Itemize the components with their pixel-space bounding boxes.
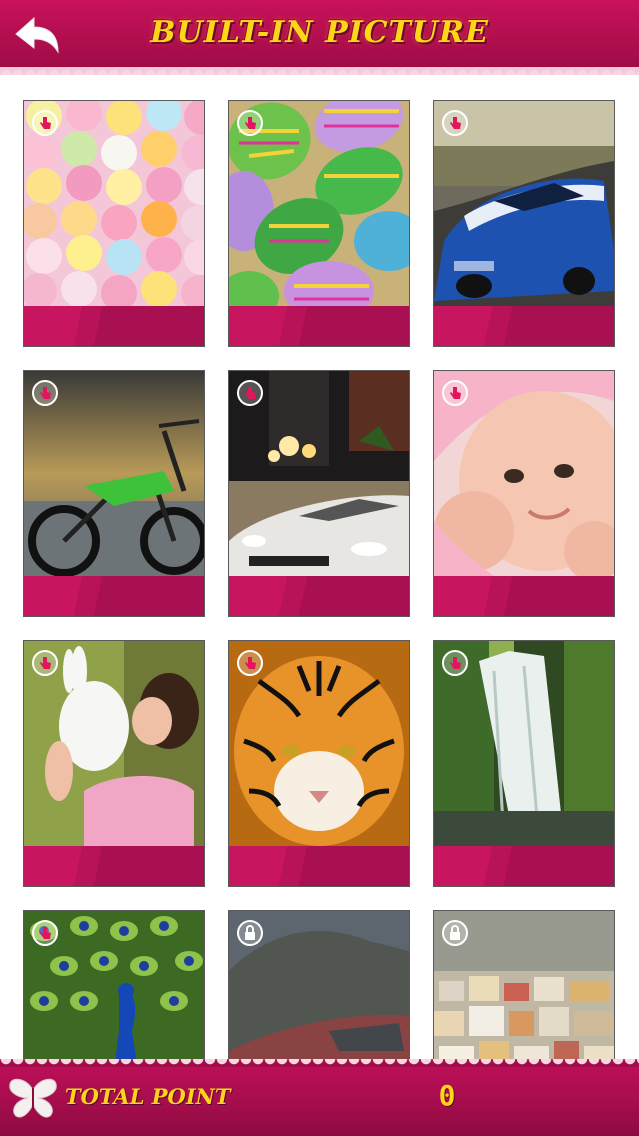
lock-icon [237, 920, 263, 946]
hand-tap-icon [32, 110, 58, 136]
tile-bar [229, 306, 409, 346]
total-point-value: 0 [438, 1079, 456, 1112]
picture-tile-easter-eggs[interactable] [228, 100, 410, 347]
picture-tile-baby[interactable] [433, 370, 615, 617]
hand-tap-icon [32, 380, 58, 406]
tile-bar [434, 576, 614, 616]
picture-tile-white-car[interactable] [228, 370, 410, 617]
picture-tile-red-car-mountain[interactable] [228, 910, 410, 1059]
picture-tile-motorbike[interactable] [23, 370, 205, 617]
hand-tap-icon [442, 110, 468, 136]
picture-tile-peacock[interactable] [23, 910, 205, 1059]
butterfly-icon [8, 1076, 58, 1120]
picture-grid [0, 75, 639, 1059]
picture-tile-tiger[interactable] [228, 640, 410, 887]
tile-bar [24, 846, 204, 886]
tile-bar [229, 846, 409, 886]
hand-tap-icon [32, 920, 58, 946]
hand-tap-icon [442, 650, 468, 676]
tile-bar [434, 306, 614, 346]
tile-bar [24, 576, 204, 616]
page-title: Built-in picture [150, 15, 489, 50]
tile-bar [24, 306, 204, 346]
tile-bar [229, 576, 409, 616]
picture-tile-town[interactable] [433, 910, 615, 1059]
picture-tile-blue-car[interactable] [433, 100, 615, 347]
picture-tile-waterfall[interactable] [433, 640, 615, 887]
footer-bar: Total Point 0 [0, 1059, 639, 1136]
hand-tap-icon [237, 110, 263, 136]
hand-tap-icon [237, 650, 263, 676]
total-point-label: Total Point [65, 1084, 231, 1109]
hand-tap-icon [442, 380, 468, 406]
hand-tap-icon [237, 380, 263, 406]
picture-tile-girl-rabbit[interactable] [23, 640, 205, 887]
hand-tap-icon [32, 650, 58, 676]
picture-tile-candy[interactable] [23, 100, 205, 347]
tile-bar [434, 846, 614, 886]
header-bar: Built-in picture [0, 0, 639, 75]
lock-icon [442, 920, 468, 946]
